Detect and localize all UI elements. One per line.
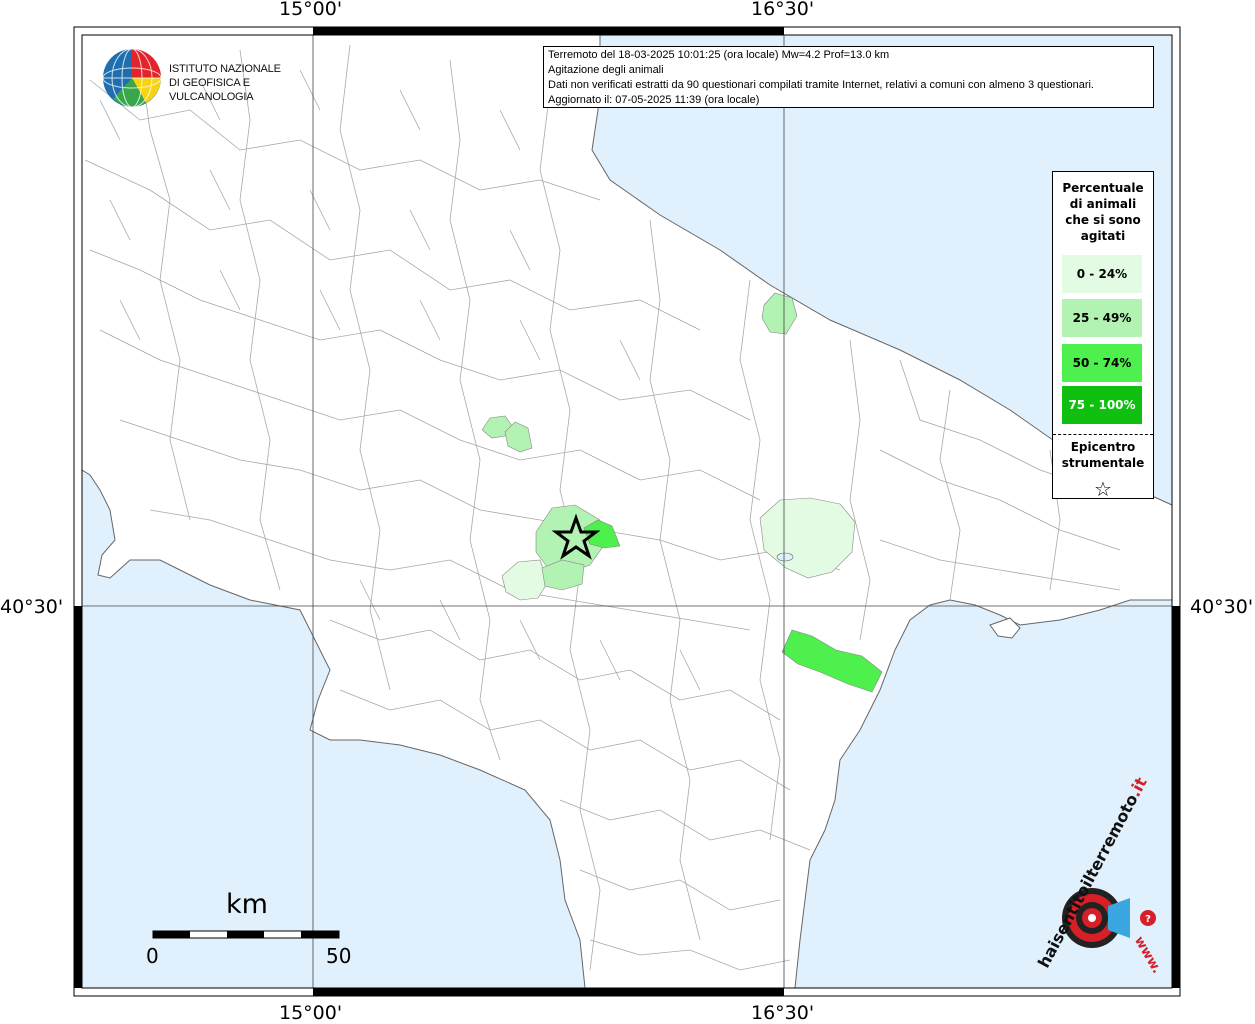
event-info-line2: Agitazione degli animali [548,64,664,76]
lon-label-bottom-west: 15°00' [279,1002,343,1024]
legend-item-0-24: 0 - 24% [1062,255,1142,293]
legend-epicenter-line: Epicentro [1070,440,1136,454]
svg-text:?: ? [1145,914,1151,925]
scale-bar [152,930,340,939]
legend-item-label: 25 - 49% [1072,311,1132,325]
legend-title-line: agitati [1080,229,1126,243]
legend-epicenter-line: strumentale [1061,456,1145,470]
event-info-line1: Terremoto del 18-03-2025 10:01:25 (ora l… [548,49,890,61]
lon-label-top-east: 16°30' [751,0,815,20]
scalebar-unit: km [226,889,268,920]
lat-label-left: 40°30' [0,596,64,618]
legend-title-line: di animali [1069,197,1137,211]
ingv-logo: ISTITUTO NAZIONALE DI GEOFISICA E VULCAN… [101,47,311,111]
ingv-name-line1: ISTITUTO NAZIONALE [169,63,281,75]
legend-title-line: che si sono [1065,213,1141,227]
legend-separator [1053,434,1153,435]
legend-item-50-74: 50 - 74% [1062,344,1142,382]
event-info-line4: Aggiornato il: 07-05-2025 11:39 (ora loc… [548,94,760,106]
scalebar-min: 0 [146,944,159,968]
star-icon: ☆ [1094,477,1112,501]
lat-label-right: 40°30' [1190,596,1254,618]
hsit-logo: ? haisentitoilterremoto.it www. [1030,774,1170,980]
legend-item-label: 75 - 100% [1068,398,1136,412]
scalebar-max: 50 [326,944,352,968]
legend-title: Percentuale di animali che si sono agita… [1053,180,1153,244]
legend-title-line: Percentuale [1062,181,1144,195]
legend-item-25-49: 25 - 49% [1062,299,1142,337]
legend-item-label: 0 - 24% [1076,267,1128,281]
lake [776,552,794,562]
event-info-line3: Dati non verificati estratti da 90 quest… [548,79,1094,91]
lon-label-top-west: 15°00' [279,0,343,20]
legend: Percentuale di animali che si sono agita… [1052,171,1154,501]
event-info-box: Terremoto del 18-03-2025 10:01:25 (ora l… [543,46,1154,108]
ingv-globe-icon [102,48,162,108]
legend-item-label: 50 - 74% [1072,356,1132,370]
lon-label-bottom-east: 16°30' [751,1002,815,1024]
legend-item-75-100: 75 - 100% [1062,386,1142,424]
ingv-name-line2: DI GEOFISICA E VULCANOLOGIA [169,77,254,103]
legend-epicenter: Epicentro strumentale [1053,439,1153,471]
